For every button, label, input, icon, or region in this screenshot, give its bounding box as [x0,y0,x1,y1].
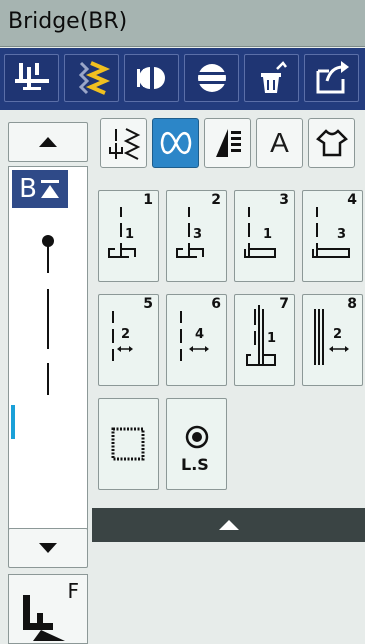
stitch-sub-number: 2 [121,327,131,342]
decorative-stitch-icon [160,132,191,154]
stitch-button-6[interactable]: 6 4 [166,294,227,386]
presser-foot-icon [23,595,65,641]
stitch-button-3[interactable]: 3 1 [234,190,295,282]
stitch-button-7[interactable]: 7 1 [234,294,295,386]
page-title: Bridge(BR) [8,9,128,34]
stitch-button-5[interactable]: 5 2 [98,294,159,386]
expand-panel-button[interactable] [92,508,365,542]
lower-area [92,542,365,644]
utility-stitch-icon [108,128,140,160]
stitch-width-button[interactable] [64,54,119,102]
tab-quilt[interactable] [308,118,355,168]
quilt-stitch-icon [315,129,348,157]
stitch-sub-number: 2 [333,327,343,342]
mirror-image-button[interactable] [124,54,179,102]
stitch-sub-number: 1 [267,331,277,346]
position-marker [11,405,15,439]
scroll-up-button[interactable] [8,122,88,162]
needle-threader-button[interactable] [4,54,59,102]
alphabet-icon: A [270,127,289,158]
mirror-image-icon [136,67,165,89]
title-bar: Bridge(BR) [0,0,365,47]
stitch-length-button[interactable] [184,54,239,102]
category-tabs: A [96,118,365,168]
tab-utility[interactable] [100,118,147,168]
bartack-stitch-icon [312,207,350,258]
stitch-grid: 1 1 2 3 3 1 4 3 5 2 6 4 7 1 8 2 L.S [96,188,365,506]
delete-button[interactable] [244,54,299,102]
stitch-preview-drawing [42,235,54,395]
stitch-button-1[interactable]: 1 1 [98,190,159,282]
left-panel: B F [0,110,92,644]
stitch-button-8[interactable]: 8 2 [302,294,363,386]
stitch-button-2[interactable]: 2 3 [166,190,227,282]
stitch-preview: B [8,166,88,534]
stitch-button-9[interactable] [98,398,159,490]
lock-stitch-label: L.S [181,455,209,474]
eyelet-stitch-icon [246,305,276,366]
delete-icon [260,61,287,93]
stitch-button-10[interactable]: L.S [166,398,227,490]
stitch-sub-number: 1 [125,227,135,242]
stitch-button-4[interactable]: 4 3 [302,190,363,282]
stitch-length-icon [197,64,226,92]
memory-save-button[interactable] [304,54,359,102]
stitch-width-icon [78,61,110,95]
tab-decorative[interactable] [152,118,199,168]
memory-save-icon [316,61,349,94]
tab-alphabet[interactable]: A [256,118,303,168]
arrow-down-icon [39,543,57,553]
square-frame-stitch-icon [111,427,145,461]
lock-stitch-icon [185,425,209,449]
stitch-sub-number: 1 [263,227,273,242]
stitch-sub-number: 4 [195,327,205,342]
stitch-sub-number: 3 [193,227,203,242]
tab-satin[interactable] [204,118,251,168]
satin-stitch-icon [215,129,241,157]
presser-foot-letter: F [67,579,79,603]
presser-foot-button[interactable]: F [8,574,88,644]
toolbar [0,48,365,110]
scroll-down-button[interactable] [8,528,88,568]
needle-threader-icon [14,63,49,90]
arrow-up-icon [218,520,239,530]
stitch-sub-number: 3 [337,227,347,242]
arrow-up-icon [39,137,57,147]
